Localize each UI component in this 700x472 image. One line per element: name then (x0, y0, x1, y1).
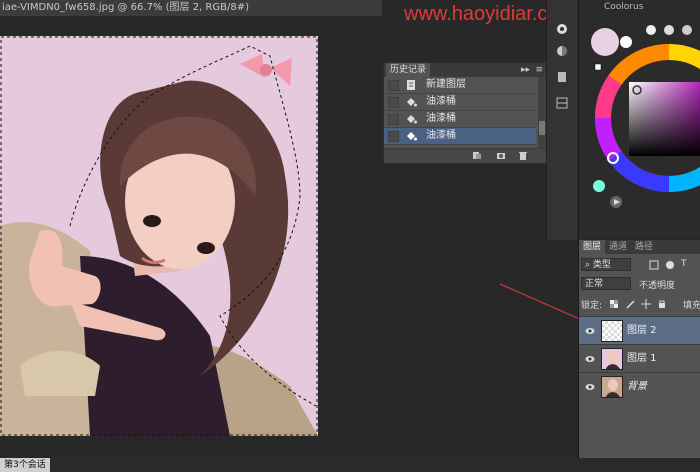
lock-all-icon[interactable] (657, 299, 667, 309)
color-mode-icon (593, 180, 605, 192)
swap-colors-icon (594, 63, 602, 71)
canvas-area[interactable] (0, 36, 318, 436)
layer-row[interactable]: 图层 1 (579, 344, 700, 373)
history-item-label: 油漆桶 (426, 113, 456, 124)
status-text: 第3个会话 (0, 458, 50, 472)
foreground-color-swatch (591, 28, 619, 56)
blend-mode-select[interactable]: 正常 (581, 277, 631, 290)
fill-label: 填充 (683, 301, 700, 311)
filter-pixel-icon[interactable] (649, 260, 659, 270)
new-layer-icon (407, 80, 415, 90)
history-item-label: 油漆桶 (426, 96, 456, 107)
filter-type-icon[interactable]: T (681, 259, 687, 269)
panel-menu-icon[interactable]: ≡ (535, 63, 543, 77)
snapshot-checkbox[interactable] (388, 97, 399, 108)
layer-name[interactable]: 图层 2 (627, 317, 657, 345)
status-bar (0, 458, 700, 472)
scroll-thumb[interactable] (539, 121, 545, 135)
color-wheel[interactable] (579, 0, 700, 238)
visibility-eye-icon[interactable] (585, 355, 595, 363)
character-icon[interactable] (555, 96, 569, 110)
visibility-eye-icon[interactable] (585, 383, 595, 391)
filter-adjustment-icon[interactable] (665, 260, 675, 270)
paint-bucket-icon (407, 132, 417, 141)
history-item[interactable]: 新建图层 (384, 77, 536, 94)
layer-kind-filter[interactable]: ⌕ 类型 (581, 258, 631, 271)
paint-bucket-icon (407, 98, 417, 107)
history-item[interactable]: 油漆桶 (384, 94, 536, 111)
tab-layers[interactable]: 图层 (579, 240, 606, 254)
layer-name[interactable]: 背景 (627, 373, 647, 401)
snapshot-checkbox[interactable] (388, 80, 399, 91)
lock-transparent-icon[interactable] (609, 299, 619, 309)
camera-icon[interactable] (496, 151, 506, 160)
lock-image-icon[interactable] (625, 299, 635, 309)
portrait-photo (0, 54, 318, 436)
layer-thumbnail-transparent (601, 320, 623, 342)
history-item[interactable]: 油漆桶 (384, 111, 536, 128)
history-scrollbar[interactable] (538, 77, 546, 149)
layer-row[interactable]: 背景 (579, 372, 700, 401)
swatches-icon[interactable] (555, 44, 569, 58)
color-icon[interactable] (555, 22, 569, 36)
document-tab[interactable]: iae-VIMDN0_fw658.jpg @ 66.7% (图层 2, RGB/… (0, 0, 382, 16)
lock-label: 锁定: (581, 301, 603, 311)
coolorus-panel[interactable] (578, 0, 700, 238)
history-item-active[interactable]: 油漆桶 (384, 128, 536, 145)
coolorus-title: Coolorus (604, 2, 644, 12)
history-item-label: 新建图层 (426, 79, 466, 90)
layer-thumbnail (601, 376, 623, 398)
paint-bucket-icon (407, 115, 417, 124)
search-icon: ⌕ (585, 260, 593, 270)
layer-kind-filter-label: 类型 (592, 260, 611, 270)
history-panel[interactable]: 历史记录 ▸▸ ≡ 新建图层 油漆桶 油漆桶 油漆桶 (383, 62, 547, 164)
history-footer (384, 148, 546, 163)
panel-icon-strip (546, 0, 577, 240)
collapse-icon[interactable]: ▸▸ (521, 63, 530, 77)
trash-icon[interactable] (518, 151, 528, 160)
snapshot-checkbox[interactable] (388, 131, 399, 142)
tab-channels[interactable]: 通道 (605, 240, 631, 254)
layer-name[interactable]: 图层 1 (627, 345, 657, 373)
history-tab[interactable]: 历史记录 (386, 63, 431, 77)
layer-thumbnail (601, 348, 623, 370)
visibility-eye-icon[interactable] (585, 327, 595, 335)
brush-icon[interactable] (555, 70, 569, 84)
history-item-label: 油漆桶 (426, 130, 456, 141)
layers-panel[interactable]: 图层 通道 路径 ⌕ 类型 T 正常 不透明度 锁定: 填充 图层 2 图层 1… (578, 240, 700, 458)
opacity-label: 不透明度 (639, 281, 676, 291)
layer-row-active[interactable]: 图层 2 (579, 316, 700, 345)
new-document-from-state-icon[interactable] (472, 151, 482, 160)
background-color-swatch (620, 36, 632, 48)
snapshot-checkbox[interactable] (388, 114, 399, 125)
tab-paths[interactable]: 路径 (631, 240, 657, 254)
lock-position-icon[interactable] (641, 299, 651, 309)
